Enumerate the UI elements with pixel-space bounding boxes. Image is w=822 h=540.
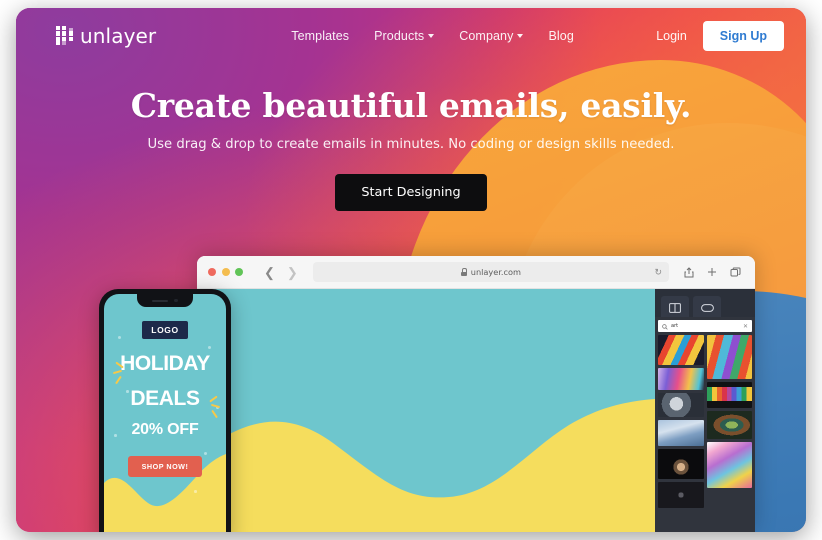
speaker-icon <box>152 299 169 302</box>
landing-page: unlayer Templates Products Company Blog <box>16 8 806 532</box>
address-bar-url: unlayer.com <box>470 267 522 277</box>
chevron-down-icon <box>428 33 435 38</box>
browser-mockup: ❮ ❯ unlayer.com ↻ art ✕ <box>197 256 755 532</box>
chevron-down-icon <box>517 33 524 38</box>
nav-item-templates[interactable]: Templates <box>291 29 349 43</box>
new-tab-icon[interactable] <box>707 267 717 277</box>
image-thumbnail[interactable] <box>658 335 704 365</box>
image-thumbnail[interactable] <box>706 335 752 379</box>
image-thumbnail[interactable] <box>706 442 752 488</box>
nav-item-templates-label: Templates <box>291 28 350 43</box>
chevron-left-icon[interactable]: ❮ <box>264 266 275 279</box>
image-thumbnail[interactable] <box>658 393 704 417</box>
brand-logo[interactable]: unlayer <box>56 24 156 48</box>
columns-icon <box>669 302 681 315</box>
browser-toolbar: ❮ ❯ unlayer.com ↻ <box>197 256 755 289</box>
image-thumbnail[interactable] <box>658 420 704 446</box>
nav-links: Templates Products Company Blog <box>291 29 574 43</box>
image-column-right <box>706 335 752 529</box>
clear-icon[interactable]: ✕ <box>743 323 748 330</box>
nav-item-company-label: Company <box>459 28 514 43</box>
sparkle-decoration-icon <box>202 395 221 419</box>
image-thumbnail[interactable] <box>706 411 752 439</box>
brand-name: unlayer <box>80 23 157 48</box>
browser-navigation: ❮ ❯ <box>264 266 298 279</box>
image-thumbnail[interactable] <box>658 482 704 508</box>
nav-actions: Login Sign Up <box>656 20 784 51</box>
signup-button[interactable]: Sign Up <box>702 20 784 51</box>
chevron-right-icon[interactable]: ❯ <box>287 266 298 279</box>
close-icon[interactable] <box>208 268 216 276</box>
image-results-grid <box>658 335 752 529</box>
phone-offer-text: 20% OFF <box>131 420 199 438</box>
phone-email-content: LOGO HOLIDAY DEALS 20% OFF SHOP NOW! <box>104 294 226 477</box>
window-traffic-lights <box>208 268 243 276</box>
hero-subtitle: Use drag & drop to create emails in minu… <box>147 137 675 152</box>
tabs-icon[interactable] <box>730 267 741 277</box>
login-link[interactable]: Login <box>656 29 687 43</box>
navbar: unlayer Templates Products Company Blog <box>16 8 806 63</box>
nav-item-blog[interactable]: Blog <box>548 29 573 43</box>
nav-item-company[interactable]: Company <box>459 28 524 43</box>
image-thumbnail[interactable] <box>706 382 752 408</box>
address-bar[interactable]: unlayer.com ↻ <box>312 262 669 282</box>
lock-icon <box>460 268 468 276</box>
image-thumbnail[interactable] <box>658 368 704 390</box>
image-search-input[interactable]: art ✕ <box>658 320 752 332</box>
nav-item-products-label: Products <box>374 28 425 43</box>
image-column-left <box>658 335 704 529</box>
phone-mockup: LOGO HOLIDAY DEALS 20% OFF SHOP NOW! <box>99 289 231 532</box>
share-icon[interactable] <box>684 266 694 278</box>
minimize-icon[interactable] <box>221 268 230 276</box>
screenshot-root: unlayer Templates Products Company Blog <box>0 0 822 540</box>
sparkle-decoration-icon <box>112 361 131 385</box>
image-thumbnail[interactable] <box>658 449 704 479</box>
nav-item-products[interactable]: Products <box>374 28 435 43</box>
page-title: Create beautiful emails, easily. <box>130 86 692 125</box>
shop-now-button[interactable]: SHOP NOW! <box>127 455 203 477</box>
browser-actions <box>684 266 744 278</box>
button-icon <box>700 302 714 315</box>
phone-screen: LOGO HOLIDAY DEALS 20% OFF SHOP NOW! <box>104 294 226 532</box>
camera-icon <box>174 298 178 303</box>
unlayer-grid-logo-icon <box>56 26 73 46</box>
logo-badge: LOGO <box>142 321 188 339</box>
start-designing-button[interactable]: Start Designing <box>335 174 487 211</box>
canvas-wave-shape <box>197 397 655 532</box>
phone-notch <box>137 294 193 307</box>
email-canvas[interactable] <box>197 289 655 532</box>
editor-preview: COLUMNS BUTTON DIVIDER <box>197 289 755 532</box>
maximize-icon[interactable] <box>235 268 243 276</box>
hero-section: Create beautiful emails, easily. Use dra… <box>16 86 806 211</box>
nav-item-blog-label: Blog <box>548 28 574 43</box>
search-icon <box>662 317 668 335</box>
image-picker-panel: art ✕ <box>655 317 755 532</box>
reload-icon[interactable]: ↻ <box>654 267 662 278</box>
image-search-value: art <box>671 323 679 329</box>
